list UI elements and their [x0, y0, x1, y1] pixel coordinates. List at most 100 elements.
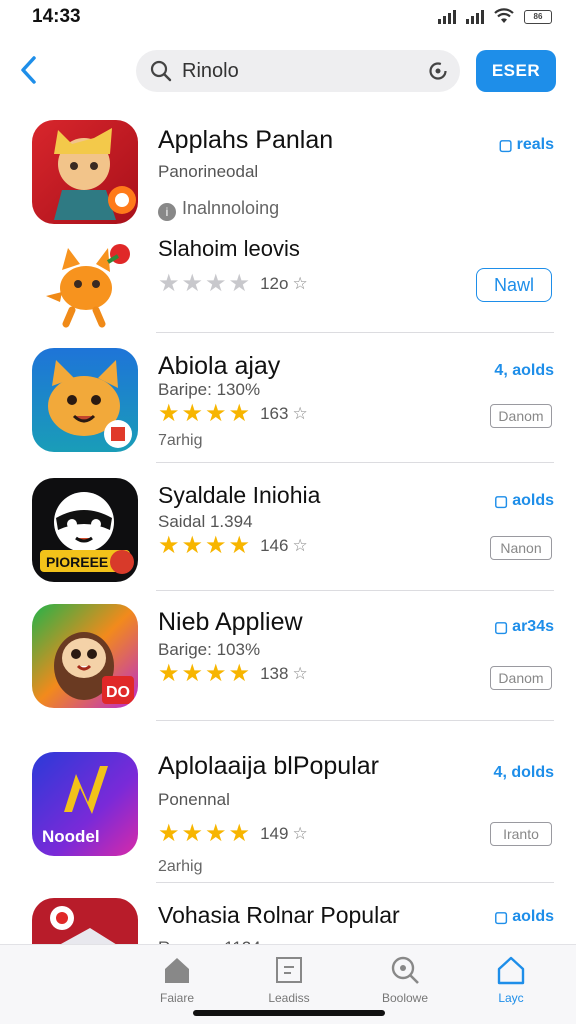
rating-count: 163: [260, 404, 289, 423]
app-icon: DO: [32, 604, 138, 708]
refresh-icon[interactable]: [428, 61, 448, 81]
status-time: 14:33: [32, 6, 81, 27]
app-icon: [38, 236, 138, 328]
get-button[interactable]: Danom: [490, 666, 552, 690]
app-action-link[interactable]: ▢ aolds: [494, 492, 554, 510]
app-extra: 7arhig: [158, 432, 203, 449]
rating-stars: ★ ★ ★ ★ 163 ☆: [158, 402, 308, 426]
svg-text:Noodel: Noodel: [42, 827, 100, 846]
back-button[interactable]: [14, 50, 44, 90]
cloud-download-icon: ▢: [494, 493, 509, 510]
app-action-label: aolds: [512, 492, 554, 509]
search-header: ESER: [0, 40, 576, 104]
tab-browse[interactable]: Boolowe: [360, 953, 450, 1005]
divider: [156, 462, 554, 463]
app-action-link[interactable]: 4, aolds: [494, 362, 554, 380]
app-extra-text: Inalnnoloing: [182, 198, 280, 218]
divider: [156, 882, 554, 883]
app-extra: 2arhig: [158, 858, 203, 875]
list-item[interactable]: Noodel Aplolaaija blPopular Ponennal ★ ★…: [0, 748, 576, 878]
list-item[interactable]: Applahs Panlan Panorineodal i Inalnnoloin…: [0, 120, 576, 232]
signal-icon-secondary: [466, 8, 484, 24]
signal-icon: [438, 8, 456, 24]
rating-stars: ★ ★ ★ ★ 146 ☆: [158, 534, 308, 558]
cloud-download-icon: ▢: [494, 909, 509, 926]
tab-label: Faiare: [159, 991, 194, 1005]
star-icon: ★: [228, 400, 251, 427]
tab-leaders[interactable]: Leadiss: [244, 953, 334, 1005]
star-icon: ★: [181, 270, 204, 297]
app-subtitle: Barige: 103%: [158, 640, 261, 659]
search-icon: [360, 953, 450, 987]
app-action-label: 4, aolds: [494, 362, 554, 379]
cloud-download-icon: ▢: [493, 619, 509, 636]
star-icon: ★: [158, 270, 180, 297]
tab-layout[interactable]: Layc: [466, 953, 556, 1005]
star-icon: ★: [181, 532, 204, 559]
app-action-link[interactable]: ▢ aolds: [494, 908, 554, 926]
star-icon: ★: [205, 660, 227, 687]
tab-label: Leadiss: [268, 991, 310, 1005]
search-input[interactable]: [182, 58, 412, 84]
star-icon: ★: [205, 820, 227, 847]
star-icon: ★: [158, 820, 180, 847]
app-subtitle: Saidal 1.394: [158, 512, 253, 531]
app-icon: PIOREEE: [32, 478, 138, 582]
star-icon: ★: [181, 660, 204, 687]
app-name: Applahs Panlan: [158, 126, 334, 154]
list-item[interactable]: PIOREEE Syaldale Iniohia Saidal 1.394 ★ …: [0, 478, 576, 590]
star-icon: ★: [158, 400, 180, 427]
get-button[interactable]: Nawl: [476, 268, 552, 302]
app-name: Slahoim leovis: [158, 236, 300, 261]
info-icon: i: [158, 203, 176, 221]
home-icon: [132, 953, 222, 987]
star-outline-icon: ☆: [292, 404, 308, 423]
app-extra: i Inalnnoloing: [158, 198, 279, 221]
app-action-label: reals: [516, 136, 554, 153]
tab-label: Layc: [498, 991, 524, 1005]
app-icon: [32, 120, 138, 224]
status-icons: 86: [438, 8, 552, 24]
rating-count: 146: [260, 536, 289, 555]
app-action-label: 4, dolds: [493, 764, 554, 781]
app-action-link[interactable]: ▢ reals: [498, 136, 554, 154]
app-action-label: aolds: [512, 908, 554, 925]
star-icon: ★: [158, 660, 180, 687]
app-name: Syaldale Iniohia: [158, 482, 321, 508]
list-item[interactable]: Slahoim leovis ★ ★ ★ ★ 12o ☆ Nawl: [0, 236, 576, 336]
app-action-link[interactable]: 4, dolds: [494, 764, 554, 782]
app-subtitle: Panorineodal: [158, 162, 259, 181]
star-icon: ★: [205, 532, 227, 559]
star-outline-icon: ☆: [292, 536, 308, 555]
tab-label: Boolowe: [381, 991, 429, 1005]
rating-count: 12o: [260, 274, 289, 293]
rating-count: 138: [260, 664, 289, 683]
list-item[interactable]: DO Nieb Appliew Barige: 103% ★ ★ ★ ★ 138…: [0, 604, 576, 716]
app-name: Nieb Appliew: [158, 608, 303, 636]
get-button[interactable]: Iranto: [490, 822, 552, 846]
app-action-label: ar34s: [512, 618, 554, 635]
chevron-left-icon: [21, 56, 36, 84]
star-icon: ★: [205, 270, 227, 297]
battery-icon: 86: [524, 10, 552, 24]
divider: [156, 720, 554, 721]
search-box[interactable]: [136, 50, 460, 92]
app-name: Abiola ajay: [158, 352, 281, 380]
get-button[interactable]: Danom: [490, 404, 552, 428]
divider: [156, 590, 554, 591]
home-indicator: [193, 1010, 385, 1016]
app-subtitle: Ponennal: [158, 790, 230, 809]
search-icon: [150, 60, 172, 82]
app-name: Aplolaaija blPopular: [158, 752, 379, 780]
star-outline-icon: ☆: [292, 274, 308, 293]
get-button[interactable]: Nanon: [490, 536, 552, 560]
rating-stars: ★ ★ ★ ★ 149 ☆: [158, 822, 308, 846]
home-outline-icon: [466, 953, 556, 987]
svg-text:PIOREEE: PIOREEE: [46, 554, 108, 570]
wifi-icon: [494, 8, 514, 24]
list-item[interactable]: Abiola ajay Baripe: 130% ★ ★ ★ ★ 163 ☆ 7…: [0, 348, 576, 460]
app-action-link[interactable]: ▢ ar34s: [494, 618, 554, 636]
tab-featured[interactable]: Faiare: [132, 953, 222, 1005]
search-submit-button[interactable]: ESER: [476, 50, 556, 92]
cloud-download-icon: ▢: [498, 137, 513, 154]
